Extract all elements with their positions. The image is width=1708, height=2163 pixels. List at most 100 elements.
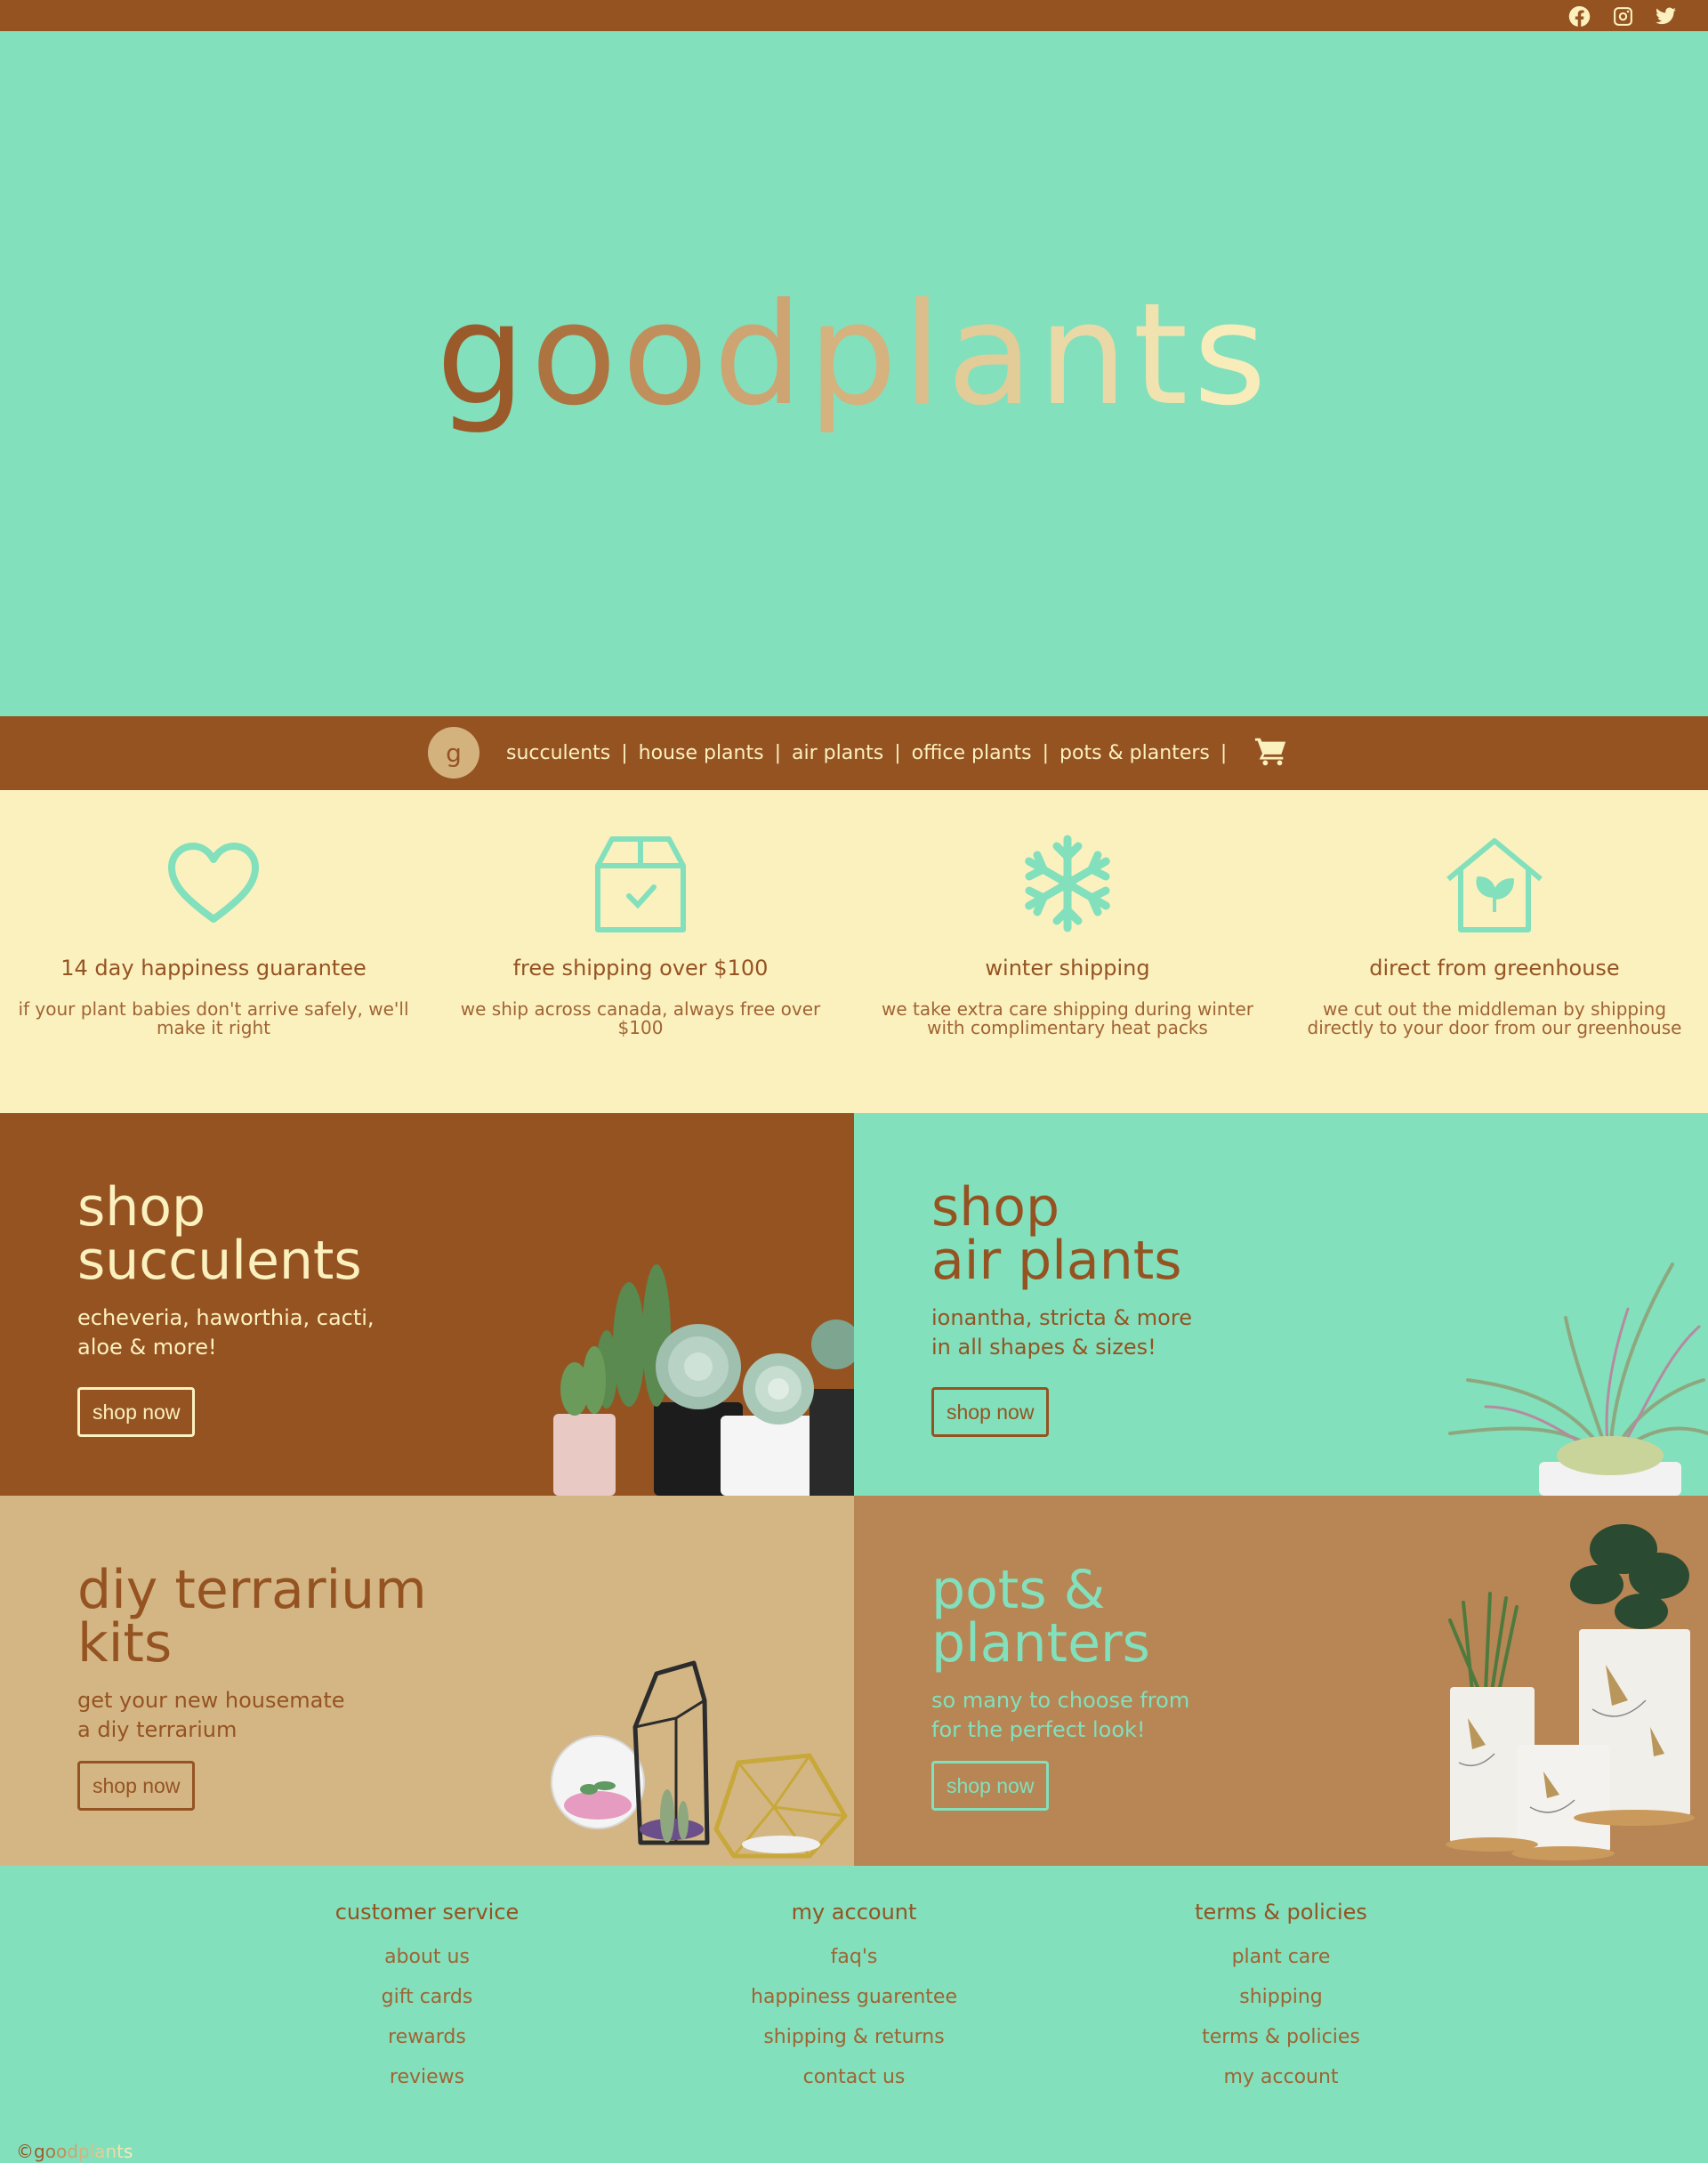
tile-subtitle-line: in all shapes & sizes! (931, 1335, 1156, 1360)
feature-text: we ship across canada, always free over … (460, 998, 821, 1038)
tile-subtitle: ionantha, stricta & more in all shapes & … (931, 1303, 1192, 1362)
footer-column-my-account: my account faq's happiness guarentee shi… (676, 1900, 1032, 2097)
hero-banner: goodplants (0, 31, 1708, 716)
tile-title: shop air plants (931, 1181, 1182, 1287)
tile-title: pots & planters (931, 1563, 1150, 1670)
footer-link[interactable]: about us (249, 1937, 605, 1977)
nav-link-pots-planters[interactable]: pots & planters (1059, 742, 1210, 764)
copyright-letter: g (34, 2141, 45, 2162)
logo-letter: d (713, 273, 809, 437)
heart-icon (160, 830, 267, 937)
feature-title: free shipping over $100 (512, 956, 769, 981)
features-strip: 14 day happiness guarantee if your plant… (0, 790, 1708, 1113)
tile-pots-planters: pots & planters so many to choose from for… (854, 1496, 1708, 1866)
copyright-letter: s (123, 2141, 133, 2162)
tile-terrarium: diy terrarium kits get your new housemate… (0, 1496, 854, 1866)
tile-title: shop succulents (77, 1181, 362, 1287)
nav-separator: | (1220, 742, 1228, 764)
logo-letter: g (436, 273, 531, 437)
air-plants-image (1448, 1263, 1708, 1496)
nav-separator: | (621, 742, 628, 764)
logo-letter: o (622, 273, 713, 437)
copyright: ©goodplants (16, 2141, 133, 2162)
logo-letter: s (1193, 273, 1272, 437)
feature-title: 14 day happiness guarantee (60, 956, 367, 981)
copyright-symbol: © (16, 2141, 34, 2162)
footer-heading: my account (791, 1900, 917, 1925)
tile-succulents: shop succulents echeveria, haworthia, cac… (0, 1113, 854, 1496)
snowflake-icon (1014, 830, 1121, 937)
footer-column-terms: terms & policies plant care shipping ter… (1103, 1900, 1459, 2097)
footer-link[interactable]: reviews (249, 2057, 605, 2097)
copyright-letter: a (94, 2141, 106, 2162)
tile-title-line: air plants (931, 1230, 1182, 1292)
shop-succulents-button[interactable]: shop now (77, 1387, 196, 1437)
footer-link[interactable]: gift cards (249, 1977, 605, 2017)
tile-subtitle-line: ionantha, stricta & more (931, 1305, 1192, 1330)
tile-title-line: kits (77, 1612, 173, 1675)
nav-links: succulents | house plants | air plants |… (506, 716, 1237, 790)
tile-title-line: planters (931, 1612, 1150, 1675)
box-icon (587, 830, 694, 937)
greenhouse-icon (1441, 830, 1548, 937)
feature-title: winter shipping (985, 956, 1150, 981)
footer-column-customer-service: customer service about us gift cards rew… (249, 1900, 605, 2097)
copyright-letter: p (77, 2141, 90, 2162)
instagram-icon[interactable] (1609, 4, 1636, 28)
footer-link[interactable]: my account (1103, 2057, 1459, 2097)
shop-terrarium-button[interactable]: shop now (77, 1761, 196, 1811)
nav-separator: | (774, 742, 781, 764)
nav-link-air-plants[interactable]: air plants (792, 742, 883, 764)
feature-text: we cut out the middleman by shipping dir… (1307, 998, 1682, 1038)
nav-logo[interactable]: g (428, 727, 479, 779)
tile-subtitle-line: aloe & more! (77, 1335, 217, 1360)
tile-subtitle-line: get your new housemate (77, 1688, 345, 1713)
tile-title-line: succulents (77, 1230, 362, 1292)
logo-letter: t (1132, 273, 1194, 437)
footer-link[interactable]: shipping & returns (676, 2017, 1032, 2057)
tile-air-plants: shop air plants ionantha, stricta & more i… (854, 1113, 1708, 1496)
top-bar (0, 0, 1708, 31)
shop-air-plants-button[interactable]: shop now (931, 1387, 1050, 1437)
copyright-letter: n (105, 2141, 117, 2162)
footer-link[interactable]: faq's (676, 1937, 1032, 1977)
succulents-image (553, 1264, 854, 1496)
tile-subtitle-line: a diy terrarium (77, 1717, 238, 1742)
footer-link[interactable]: plant care (1103, 1937, 1459, 1977)
logo-letter: n (1038, 273, 1133, 437)
tile-title: diy terrarium kits (77, 1563, 427, 1670)
logo-letter: l (902, 273, 947, 437)
nav-link-succulents[interactable]: succulents (506, 742, 610, 764)
footer-heading: customer service (334, 1900, 520, 1925)
footer-link[interactable]: rewards (249, 2017, 605, 2057)
footer-link[interactable]: shipping (1103, 1977, 1459, 2017)
tile-subtitle: echeveria, haworthia, cacti, aloe & more! (77, 1303, 375, 1362)
shop-pots-button[interactable]: shop now (931, 1761, 1050, 1811)
logo-letter: p (808, 273, 903, 437)
nav-separator: | (1042, 742, 1050, 764)
copyright-letter: o (44, 2141, 56, 2162)
terrarium-image (551, 1660, 848, 1859)
logo-letter: a (947, 273, 1039, 437)
feature-text: we take extra care shipping during winte… (882, 998, 1253, 1038)
nav-link-office-plants[interactable]: office plants (912, 742, 1032, 764)
main-nav: g succulents | house plants | air plants… (0, 716, 1708, 790)
tile-subtitle: get your new housemate a diy terrarium (77, 1686, 345, 1745)
footer-link[interactable]: terms & policies (1103, 2017, 1459, 2057)
cart-icon[interactable] (1254, 736, 1288, 768)
facebook-icon[interactable] (1566, 4, 1592, 28)
feature-title: direct from greenhouse (1369, 956, 1620, 981)
tile-subtitle-line: echeveria, haworthia, cacti, (77, 1305, 375, 1330)
footer-link[interactable]: contact us (676, 2057, 1032, 2097)
copyright-letter: t (117, 2141, 124, 2162)
footer-link[interactable]: happiness guarentee (676, 1977, 1032, 2017)
nav-separator: | (894, 742, 901, 764)
nav-link-house-plants[interactable]: house plants (639, 742, 764, 764)
twitter-icon[interactable] (1652, 4, 1679, 28)
tile-subtitle: so many to choose from for the perfect lo… (931, 1686, 1189, 1745)
hero-logo: goodplants (0, 285, 1708, 425)
copyright-letter: d (67, 2141, 78, 2162)
copyright-letter: o (55, 2141, 68, 2162)
footer-heading: terms & policies (1195, 1900, 1367, 1925)
footer: customer service about us gift cards rew… (0, 1866, 1708, 2163)
